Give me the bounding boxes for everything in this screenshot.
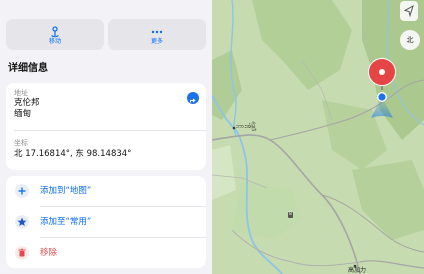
coordinates-value[interactable]: 北 17.16814°, 东 98.14834°	[14, 149, 131, 160]
more-button[interactable]: 更多	[108, 19, 206, 50]
address-line-2[interactable]: 缅甸	[14, 109, 31, 120]
trash-icon	[14, 245, 30, 261]
more-label: 更多	[150, 38, 163, 45]
plus-icon	[14, 183, 30, 199]
compass-label: 北	[406, 36, 414, 44]
directions-button[interactable]	[187, 92, 199, 104]
place-detail-panel: 移动 更多 详细信息 地址 克伦邦 缅甸 坐标 北 17.16814°, 东 9…	[0, 0, 212, 274]
star-icon	[14, 214, 30, 230]
remove-label: 移除	[40, 248, 58, 258]
locate-button[interactable]	[400, 1, 418, 21]
town-label-hpa-an[interactable]: ဘားအံမြို့	[236, 123, 257, 130]
actions-card: 添加到“地图” 添加至“常用” 移除	[6, 176, 206, 268]
coordinates-label: 坐标	[14, 139, 28, 147]
road-shield: 8	[288, 212, 293, 218]
location-arrow-icon	[403, 4, 414, 18]
town-label-kawkareik[interactable]: 高加力	[348, 267, 366, 274]
add-to-map-label: 添加到“地图”	[40, 186, 92, 196]
details-heading: 详细信息	[8, 63, 48, 74]
remove-row[interactable]: 移除	[6, 238, 206, 268]
add-to-map-row[interactable]: 添加到“地图”	[6, 176, 206, 206]
add-to-favorites-label: 添加至“常用”	[40, 217, 92, 227]
ellipsis-icon	[108, 23, 206, 35]
address-line-1[interactable]: 克伦邦	[14, 98, 40, 109]
directions-icon	[190, 98, 196, 103]
compass-button[interactable]: 北	[400, 30, 420, 50]
move-button[interactable]: 移动	[6, 19, 104, 50]
map-terrain	[212, 0, 424, 274]
action-button-row: 移动 更多	[6, 19, 206, 50]
add-to-favorites-row[interactable]: 添加至“常用”	[6, 207, 206, 237]
details-divider	[14, 130, 206, 131]
map-view[interactable]: ဘားအံမြို့ 高加力 8 北	[212, 0, 424, 274]
pin-move-icon	[6, 23, 104, 38]
details-card: 地址 克伦邦 缅甸 坐标 北 17.16814°, 东 98.14834°	[6, 83, 206, 170]
move-label: 移动	[48, 38, 61, 45]
address-label: 地址	[14, 89, 28, 97]
